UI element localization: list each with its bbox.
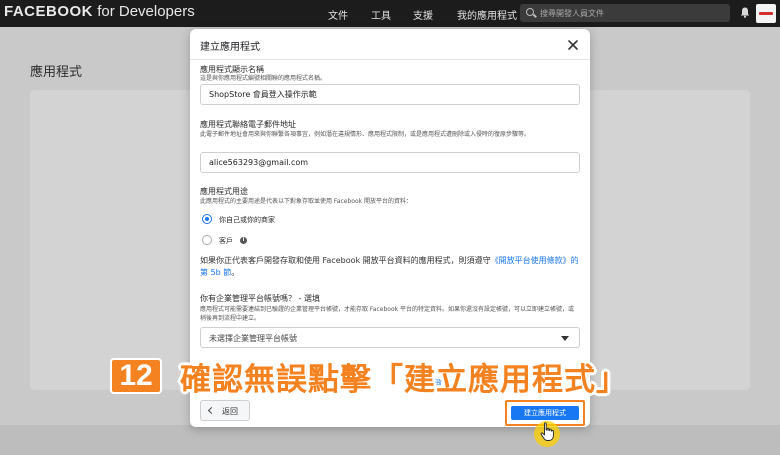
hand-cursor-icon: [540, 422, 554, 441]
page-footer-area: [0, 425, 780, 455]
display-name-hint: 這是與你應用程式編號相關聯的應用程式名稱。: [200, 75, 327, 82]
back-button[interactable]: 返回: [200, 400, 250, 421]
info-icon[interactable]: i: [240, 237, 247, 244]
nav-docs[interactable]: 文件: [328, 7, 348, 22]
step-instruction: 確認無誤點擊「建立應用程式」: [180, 362, 628, 398]
purpose-option-self[interactable]: 你自己或你的商家: [219, 215, 275, 225]
business-account-select[interactable]: 未選擇企業管理平台帳號: [200, 327, 580, 348]
caret-down-icon: [561, 336, 569, 341]
business-select-value: 未選擇企業管理平台帳號: [209, 334, 297, 343]
nav-tools[interactable]: 工具: [371, 7, 391, 22]
bell-icon[interactable]: [740, 7, 750, 18]
email-field[interactable]: [200, 152, 580, 173]
purpose-radio-self[interactable]: [202, 214, 212, 224]
chevron-left-icon: [207, 406, 216, 415]
close-icon[interactable]: [567, 39, 579, 51]
policy-end: 。: [231, 268, 240, 277]
purpose-hint: 此應用程式的主要用途是代表以下對象存取並使用 Facebook 開放平台的資料：: [200, 198, 413, 205]
step-number-badge: 12: [110, 358, 162, 394]
policy-notice: 如果你正代表客戶開發存取和使用 Facebook 開放平台資料的應用程式，則須遵…: [200, 255, 585, 279]
purpose-option-client[interactable]: 客戶: [219, 236, 233, 246]
purpose-label: 應用程式用途: [200, 187, 248, 196]
email-hint: 此電子郵件地址會用來與你聯繫各項事宜，例如潛在違規情形、應用程式限制，或是應用程…: [200, 131, 531, 138]
business-hint: 應用程式可能需要連結到已驗證的企業管理平台帳號，才能存取 Facebook 平台…: [200, 306, 575, 322]
top-navigation-bar: FACEBOOK for Developers 文件 工具 支援 我的應用程式: [0, 0, 780, 27]
brand-main: FACEBOOK: [4, 3, 94, 20]
brand-sub: for Developers: [97, 3, 195, 20]
nav-support[interactable]: 支援: [413, 7, 433, 22]
search-box[interactable]: [520, 4, 730, 22]
back-button-label: 返回: [222, 407, 238, 416]
brand-logo[interactable]: FACEBOOK for Developers: [4, 3, 195, 20]
page-title: 應用程式: [30, 65, 83, 80]
purpose-radio-client[interactable]: [202, 235, 212, 245]
dialog-title: 建立應用程式: [200, 42, 260, 53]
nav-my-apps[interactable]: 我的應用程式: [457, 7, 517, 22]
policy-text: 如果你正代表客戶開發存取和使用 Facebook 開放平台資料的應用程式，則須遵…: [200, 256, 491, 265]
dialog-divider: [190, 59, 590, 60]
search-icon: [526, 8, 534, 16]
create-app-button[interactable]: 建立應用程式: [511, 406, 579, 420]
search-input[interactable]: [540, 6, 725, 20]
business-label: 你有企業管理平台帳號嗎？ - 選填: [200, 294, 320, 303]
avatar-icon[interactable]: [756, 4, 776, 23]
email-label: 應用程式聯絡電子郵件地址: [200, 120, 296, 129]
display-name-field[interactable]: [200, 84, 580, 105]
